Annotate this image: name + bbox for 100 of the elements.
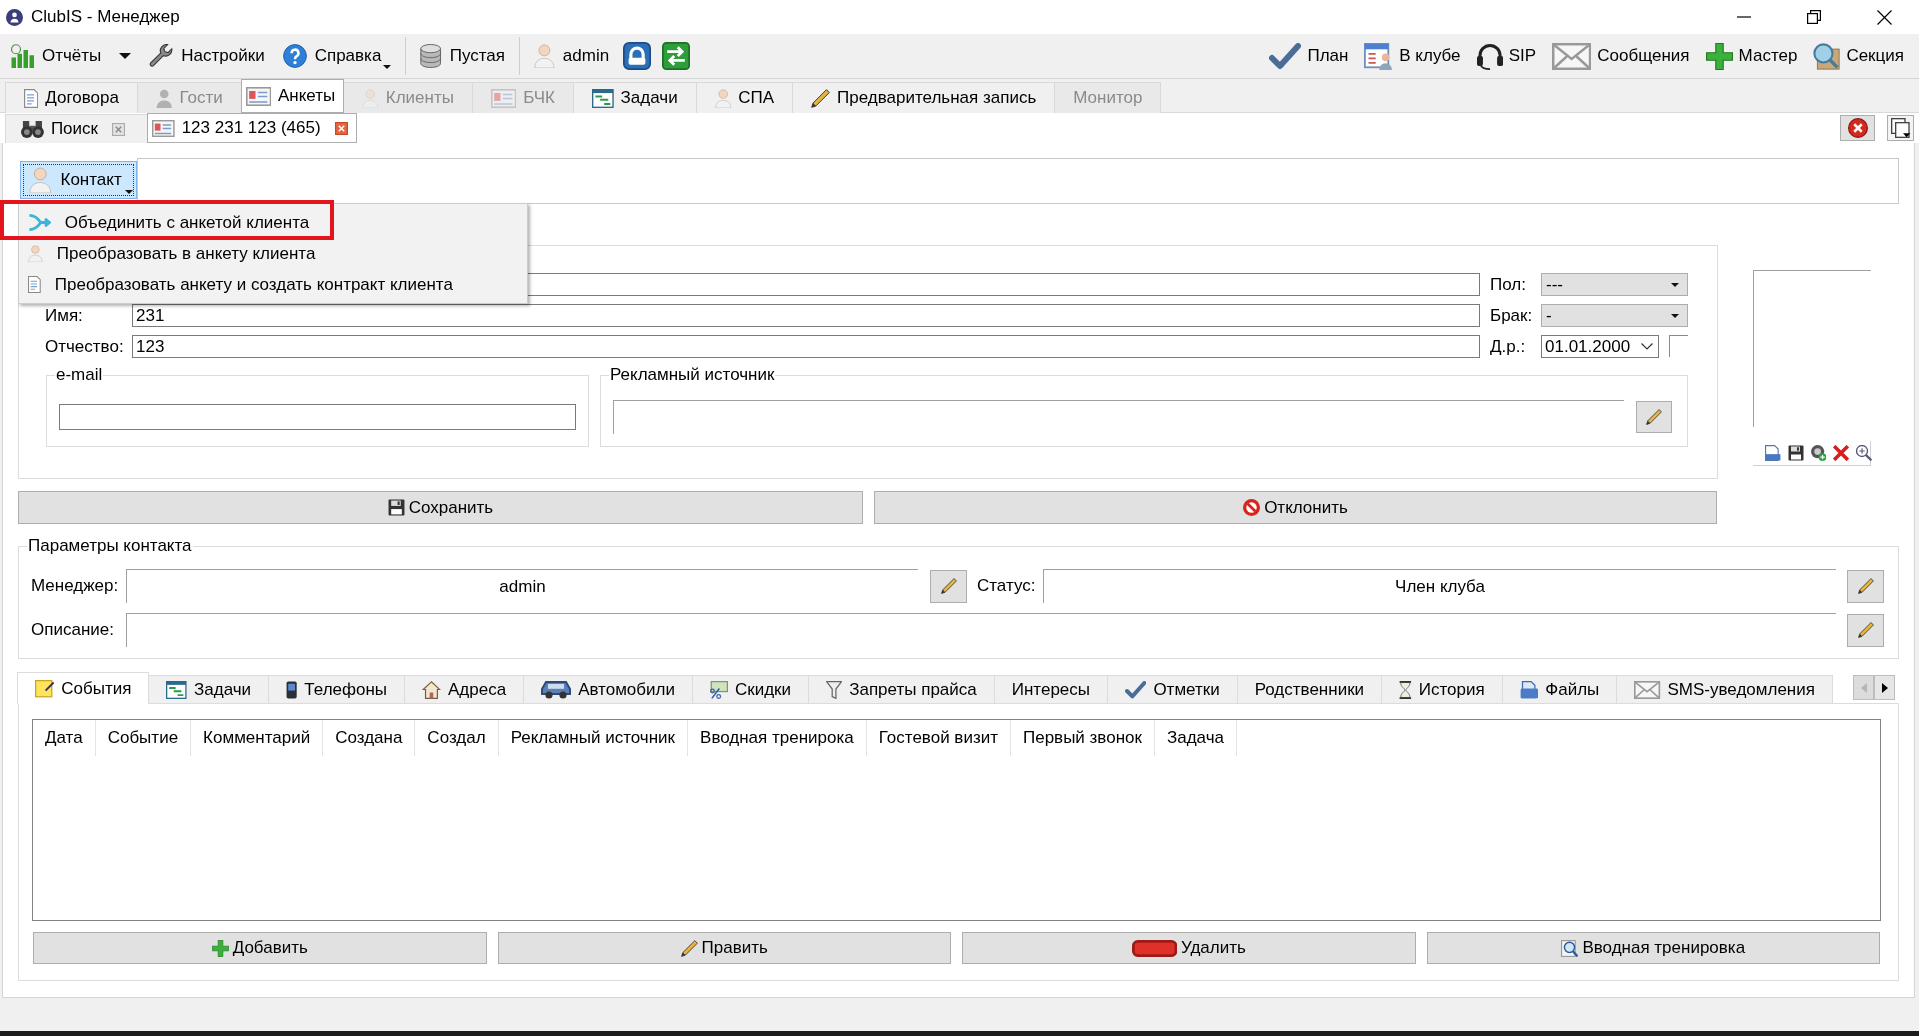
minus-icon [1131, 939, 1177, 957]
dropdown[interactable]: --- [1541, 273, 1688, 296]
pencil-icon [1646, 409, 1662, 425]
file-icon[interactable] [1765, 445, 1781, 461]
column-header[interactable]: Гостевой визит [866, 720, 1011, 756]
date-field[interactable]: 01.01.2000 [1541, 335, 1659, 358]
text-field[interactable]: 123 [132, 335, 1480, 358]
document-tab[interactable]: 123 231 123 (465) [147, 113, 357, 143]
document-icon [28, 276, 41, 293]
column-header[interactable]: Комментарий [191, 720, 324, 756]
person-icon [29, 167, 52, 193]
pencil-icon [680, 939, 698, 957]
toolbar-button[interactable]: Отчёты [6, 37, 136, 75]
manager-field[interactable]: admin [126, 569, 918, 603]
contact-button[interactable]: Контакт [20, 161, 137, 199]
window-list-button[interactable] [1887, 115, 1914, 141]
tab[interactable]: Телефоны [268, 675, 406, 703]
close-icon[interactable] [334, 121, 348, 135]
plus-icon [211, 939, 229, 957]
edit-button[interactable] [1847, 613, 1884, 647]
caret-icon [1671, 282, 1679, 287]
email-field[interactable] [59, 404, 576, 430]
toolbar-button[interactable]: Пустая [416, 37, 510, 75]
toolbar-button[interactable]: Справка [278, 37, 396, 75]
toolbar-button[interactable]: admin [530, 37, 614, 75]
group-title: Рекламный источник [609, 366, 776, 384]
menu-item[interactable]: Преобразовать анкету и создать контракт клиента [19, 269, 527, 300]
column-header[interactable]: Создал [415, 720, 499, 756]
folder-icon [1519, 680, 1539, 699]
table-button[interactable]: Удалить [962, 932, 1416, 964]
narrow-field[interactable] [1669, 335, 1688, 357]
column-header[interactable]: Дата [33, 720, 96, 756]
menu-item[interactable]: Преобразовать в анкету клиента [19, 238, 527, 269]
tab[interactable]: Интересы [993, 675, 1109, 703]
tab[interactable]: SMS-уведомления [1616, 675, 1833, 703]
column-header[interactable]: Создана [323, 720, 416, 756]
tab[interactable]: Предварительная запись [792, 82, 1056, 113]
delete-icon[interactable] [1833, 445, 1850, 461]
status-field[interactable]: Член клуба [1043, 569, 1836, 603]
column-header[interactable]: Рекламный источник [498, 720, 689, 756]
phone-icon [286, 680, 298, 699]
text-field[interactable]: 231 [132, 304, 1480, 327]
list-person-icon [1364, 42, 1394, 70]
restore-icon [1807, 10, 1821, 24]
close-icon[interactable] [112, 122, 125, 136]
swap-button[interactable] [662, 42, 691, 70]
tab[interactable]: Скидки [691, 675, 810, 703]
table-button[interactable]: Вводная тренировка [1426, 932, 1880, 964]
tab[interactable]: Запреты прайса [808, 675, 995, 703]
toolbar-button[interactable]: SIP [1474, 37, 1539, 75]
edit-button[interactable] [930, 569, 967, 603]
tab[interactable]: Отметки [1107, 675, 1238, 703]
tab[interactable]: Автомобили [523, 675, 693, 703]
toolbar-button[interactable]: Мастер [1703, 37, 1800, 75]
database-icon [420, 44, 442, 68]
pencil-icon [1857, 622, 1874, 638]
toolbar-button[interactable]: Настройки [145, 37, 269, 75]
toolbar-button[interactable]: В клубе [1362, 37, 1463, 75]
tab[interactable]: Анкеты [240, 79, 345, 113]
tab[interactable]: Задачи [148, 675, 270, 703]
zoom-in-icon[interactable] [1856, 445, 1873, 461]
tab[interactable]: Родственники [1236, 675, 1383, 703]
pencil-icon [940, 578, 957, 594]
toolbar-button[interactable]: Сообщения [1550, 37, 1692, 75]
person-icon [28, 245, 43, 262]
lock-button[interactable] [623, 42, 652, 70]
tab[interactable]: Договора [5, 82, 138, 113]
column-header[interactable]: Задача [1154, 720, 1237, 756]
webcam-icon[interactable] [1811, 445, 1827, 461]
close-button[interactable] [1840, 115, 1875, 141]
column-header[interactable]: Событие [95, 720, 192, 756]
wrench-icon [149, 44, 174, 68]
form-button[interactable]: Отклонить [874, 491, 1717, 524]
save-icon[interactable] [1788, 445, 1804, 461]
tab[interactable]: Адреса [404, 675, 525, 703]
toolbar-button[interactable]: Секция [1811, 37, 1906, 75]
person-icon [714, 88, 732, 108]
dropdown[interactable]: - [1541, 304, 1688, 327]
tab[interactable]: СПА [695, 82, 793, 113]
scroll-right-button[interactable] [1874, 675, 1895, 700]
tab[interactable]: Задачи [572, 82, 697, 113]
ad-source-field[interactable] [613, 400, 1624, 434]
edit-button[interactable] [1847, 569, 1884, 603]
envelope-icon [1552, 42, 1592, 70]
chevron-down-icon [1641, 343, 1653, 350]
tab[interactable]: История [1381, 675, 1503, 703]
column-header[interactable]: Первый звонок [1010, 720, 1155, 756]
edit-button[interactable] [1636, 401, 1672, 433]
table-button[interactable]: Править [497, 932, 951, 964]
column-header[interactable]: Вводная тренирока [688, 720, 867, 756]
tab[interactable]: События [17, 672, 150, 704]
form-button[interactable]: Сохранить [18, 491, 863, 524]
arrow-left-icon [1860, 682, 1867, 693]
menu-item[interactable]: Объединить с анкетой клиента [19, 207, 527, 238]
table-button[interactable]: Добавить [33, 932, 487, 964]
caret-icon [383, 65, 392, 69]
toolbar-button[interactable]: План [1267, 37, 1351, 75]
person-icon [534, 44, 555, 68]
tab[interactable]: Файлы [1501, 675, 1618, 703]
document-tab[interactable]: Поиск [5, 114, 148, 143]
